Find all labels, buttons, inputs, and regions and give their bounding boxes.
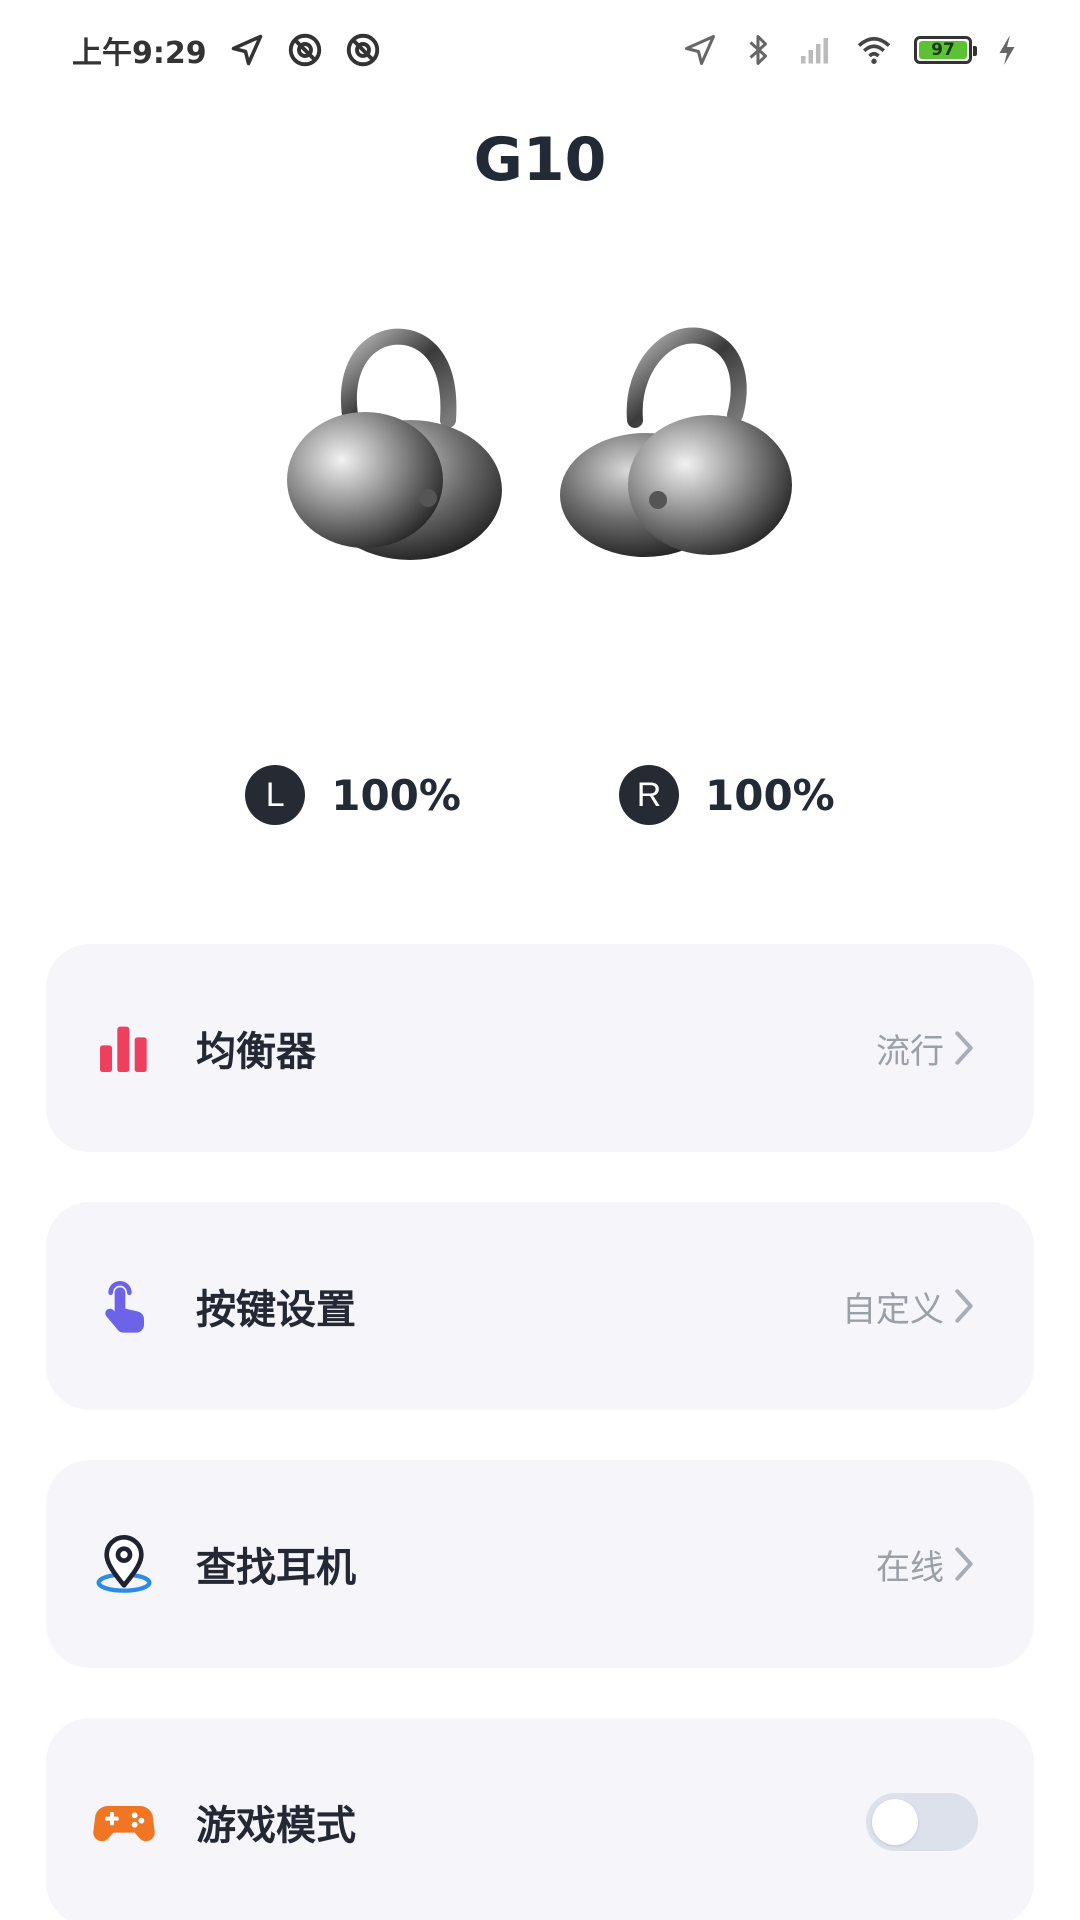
equalizer-label: 均衡器 bbox=[196, 1029, 316, 1075]
right-battery-value: 100% bbox=[705, 770, 835, 820]
chevron-right-icon bbox=[950, 1544, 978, 1584]
key-settings-label: 按键设置 bbox=[196, 1287, 356, 1333]
chevron-right-icon bbox=[950, 1286, 978, 1326]
right-earbud-battery: R 100% bbox=[619, 760, 835, 830]
equalizer-value: 流行 bbox=[876, 1031, 944, 1072]
cellular-signal-icon bbox=[798, 32, 834, 68]
right-badge: R bbox=[619, 765, 679, 825]
equalizer-icon bbox=[92, 1016, 156, 1080]
equalizer-value-group: 流行 bbox=[876, 1024, 978, 1073]
status-time: 上午9:29 bbox=[72, 36, 207, 71]
find-earbuds-value-group: 在线 bbox=[876, 1540, 978, 1589]
chevron-right-icon bbox=[950, 1028, 978, 1068]
wifi-icon bbox=[856, 32, 892, 68]
equalizer-row[interactable]: 均衡器 流行 bbox=[46, 944, 1034, 1152]
find-earbuds-row[interactable]: 查找耳机 在线 bbox=[46, 1460, 1034, 1668]
key-settings-row[interactable]: 按键设置 自定义 bbox=[46, 1202, 1034, 1410]
status-bar-right: 97 bbox=[682, 32, 1020, 68]
left-earbud-battery: L 100% bbox=[245, 760, 461, 830]
find-earbuds-value: 在线 bbox=[876, 1547, 944, 1588]
battery-level-text: 97 bbox=[931, 40, 955, 60]
screen: 上午9:29 97 G10 L 100% R 100% 均衡器 流行 按键设置 … bbox=[0, 0, 1080, 1920]
device-title: G10 bbox=[473, 125, 607, 195]
navigation-arrow-icon bbox=[229, 32, 265, 68]
left-battery-value: 100% bbox=[331, 770, 461, 820]
app-notification-icon bbox=[287, 32, 323, 68]
game-mode-label: 游戏模式 bbox=[196, 1803, 356, 1849]
toggle-knob bbox=[872, 1799, 918, 1845]
charging-icon bbox=[994, 32, 1020, 68]
location-arrow-icon bbox=[682, 32, 718, 68]
location-pin-icon bbox=[92, 1532, 156, 1596]
find-earbuds-label: 查找耳机 bbox=[196, 1545, 356, 1591]
game-mode-toggle[interactable] bbox=[866, 1793, 978, 1851]
left-badge: L bbox=[245, 765, 306, 825]
bluetooth-icon bbox=[740, 32, 776, 68]
gamepad-icon bbox=[92, 1790, 156, 1854]
battery-indicator: 97 bbox=[914, 36, 977, 64]
key-settings-value-group: 自定义 bbox=[842, 1282, 978, 1331]
earbuds-image bbox=[280, 320, 800, 580]
game-mode-row: 游戏模式 bbox=[46, 1718, 1034, 1920]
app-notification-icon-2 bbox=[345, 32, 381, 68]
status-bar-left: 上午9:29 bbox=[72, 28, 381, 72]
key-settings-value: 自定义 bbox=[842, 1289, 944, 1330]
touch-icon bbox=[92, 1274, 156, 1338]
earbud-battery-levels: L 100% R 100% bbox=[0, 760, 1080, 830]
status-bar: 上午9:29 97 bbox=[0, 0, 1080, 100]
